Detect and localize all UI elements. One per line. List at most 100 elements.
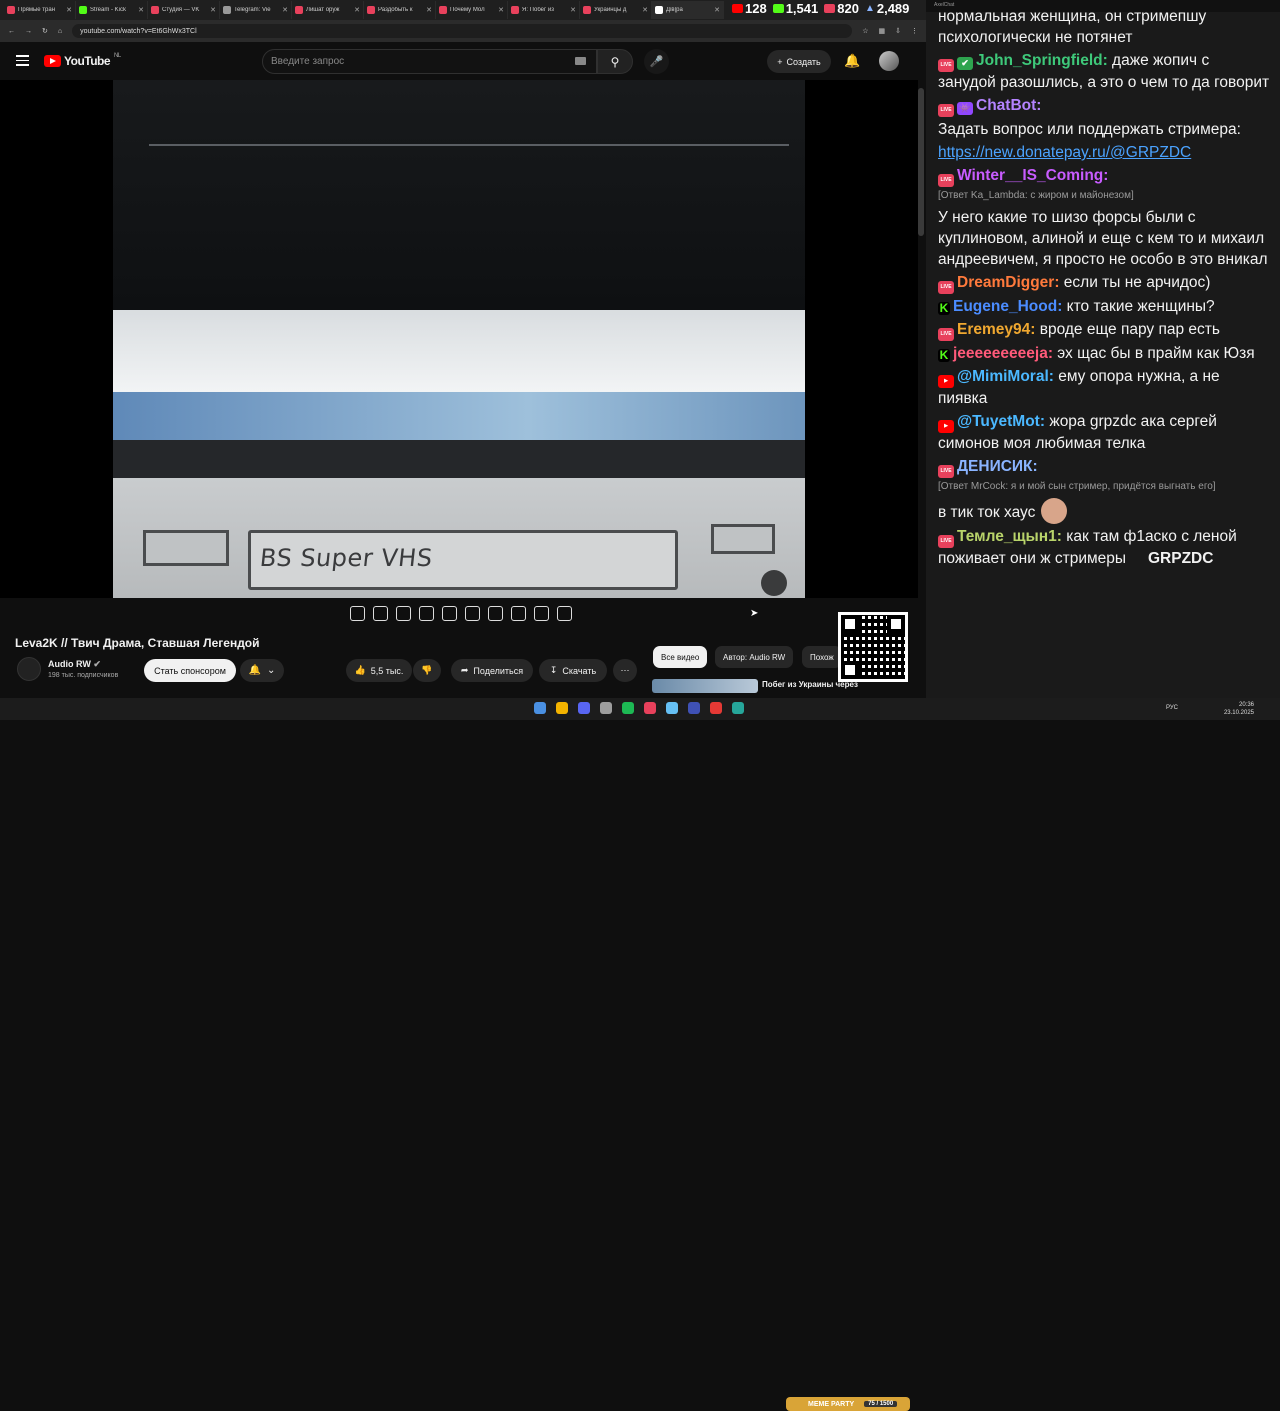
share-button[interactable]: ➦ Поделиться [451, 659, 533, 682]
channel-avatar[interactable] [17, 657, 41, 681]
steam-icon[interactable] [666, 702, 678, 714]
screenshot-icon[interactable] [534, 606, 549, 621]
clapper-icon[interactable] [419, 606, 434, 621]
browser-tab[interactable]: Telegram: Vie ✕ [220, 1, 292, 19]
discord-icon[interactable] [578, 702, 590, 714]
chat-message: LIVE ✔ John_Springfield: даже жопич с зану… [938, 50, 1270, 93]
browser-tab[interactable]: Я: Побег из ✕ [508, 1, 580, 19]
qr-code [838, 612, 908, 682]
channel-name[interactable]: Audio RW ✔ [48, 659, 101, 670]
notifications-icon[interactable]: 🔔 [844, 53, 860, 69]
language-indicator[interactable]: РУС [1166, 705, 1178, 711]
browser-tab[interactable]: Лишат оруж ✕ [292, 1, 364, 19]
opera-icon[interactable] [644, 702, 656, 714]
chip-similar[interactable]: Похож [802, 646, 842, 668]
tab-favicon-icon [295, 6, 303, 14]
browser-tab[interactable]: Прямые тран ✕ [4, 1, 76, 19]
chat-message: [Ответ Ka_Lambda: с жиром и майонезом] [938, 189, 1270, 203]
recommended-thumbnail[interactable] [652, 679, 758, 693]
settings-icon[interactable] [557, 606, 572, 621]
search-button[interactable]: ⚲ [597, 49, 633, 74]
donate-link[interactable]: https://new.donatepay.ru/@GRPZDC [938, 144, 1191, 161]
browser-tab[interactable]: Раздобыть к ✕ [364, 1, 436, 19]
youtube-header: YouTube NL Введите запрос ⚲ 🎤 + Создать 🔔 [0, 42, 926, 80]
files-icon[interactable] [732, 702, 744, 714]
speed-icon[interactable] [488, 606, 503, 621]
chat-nickname: @MimiMoral: [957, 368, 1054, 385]
chat-message: У него какие то шизо форсы были с куплин… [938, 207, 1270, 270]
picture-in-picture-icon[interactable] [442, 606, 457, 621]
chat-text: GRPZDC [1148, 550, 1214, 567]
thumbs-up-icon: 👍 [354, 665, 366, 675]
forward-icon[interactable]: → [25, 28, 32, 35]
download-icon[interactable]: ⇩ [895, 27, 901, 35]
url-field[interactable]: youtube.com/watch?v=Et6GhWx3TCl [72, 24, 853, 38]
app-icon[interactable] [600, 702, 612, 714]
obs-icon[interactable] [710, 702, 722, 714]
more-actions-button[interactable]: ⋯ [613, 659, 637, 682]
subscription-bell-button[interactable]: 🔔 ⌄ [240, 659, 284, 682]
close-tab-icon[interactable]: ✕ [354, 6, 360, 14]
youtube-logo[interactable]: YouTube NL [44, 53, 121, 68]
browser-tab[interactable]: Почему Мол ✕ [436, 1, 508, 19]
voice-search-button[interactable]: 🎤 [644, 49, 669, 74]
sponsor-button[interactable]: Стать спонсором [144, 659, 236, 682]
media-icon[interactable] [688, 702, 700, 714]
close-tab-icon[interactable]: ✕ [66, 6, 72, 14]
tab-favicon-icon [439, 6, 447, 14]
scrollbar[interactable] [918, 88, 924, 236]
address-bar: ← → ↻ ⌂ youtube.com/watch?v=Et6GhWx3TCl … [0, 20, 926, 42]
close-tab-icon[interactable]: ✕ [714, 6, 720, 14]
avatar[interactable] [879, 51, 899, 71]
chat-text: У него какие то шизо форсы были с куплин… [938, 209, 1268, 268]
back-icon[interactable]: ← [8, 28, 15, 35]
theater-icon[interactable] [465, 606, 480, 621]
recommended-title[interactable]: Побег из Украины через [762, 680, 858, 689]
subtitles-icon[interactable] [396, 606, 411, 621]
add-icon[interactable] [511, 606, 526, 621]
microphone-icon: 🎤 [649, 56, 664, 68]
clock[interactable]: 20:36 23.10.2025 [1224, 701, 1254, 717]
close-tab-icon[interactable]: ✕ [210, 6, 216, 14]
tab-favicon-icon [79, 6, 87, 14]
bookmark-icon[interactable]: ☆ [862, 27, 868, 35]
close-tab-icon[interactable]: ✕ [642, 6, 648, 14]
download-button[interactable]: ↧ Скачать [539, 659, 607, 682]
browser-tab[interactable]: Stream - Kick ✕ [76, 1, 148, 19]
close-tab-icon[interactable]: ✕ [498, 6, 504, 14]
tab-label: Telegram: Vie [234, 7, 271, 13]
video-player[interactable]: BS Super VHS [0, 80, 918, 598]
broadcast-icon[interactable] [373, 606, 388, 621]
start-icon[interactable] [534, 702, 546, 714]
chrome-icon[interactable] [556, 702, 568, 714]
chip-all-videos[interactable]: Все видео [653, 646, 708, 668]
browser-tab[interactable]: Дів|ра ✕ [652, 1, 724, 19]
keyboard-icon[interactable] [575, 57, 586, 65]
browser-tab[interactable]: Студия — VK ✕ [148, 1, 220, 19]
chat-message: LIVE ДЕНИСИК: [938, 456, 1270, 478]
chip-author[interactable]: Автор: Audio RW [715, 646, 794, 668]
chat-message: LIVE Winter__IS_Coming: [938, 165, 1270, 187]
video-frame [113, 80, 805, 598]
browser-menu-icon[interactable]: ⋮ [911, 27, 918, 35]
close-tab-icon[interactable]: ✕ [570, 6, 576, 14]
create-button[interactable]: + Создать [767, 50, 831, 73]
spotify-icon[interactable] [622, 702, 634, 714]
search-input[interactable]: Введите запрос [262, 49, 597, 74]
meme-party-widget: MEME PARTY 75 / 1500 [786, 1397, 910, 1411]
home-icon[interactable]: ⌂ [58, 28, 62, 35]
like-button[interactable]: 👍 5,5 тыс. [346, 659, 412, 682]
hamburger-menu-icon[interactable] [16, 55, 29, 69]
dislike-button[interactable]: 👎 [413, 659, 441, 682]
close-tab-icon[interactable]: ✕ [426, 6, 432, 14]
reload-icon[interactable]: ↻ [42, 27, 48, 35]
chat-message: LIVE Eremey94: вроде еще пару пар есть [938, 319, 1270, 341]
chat-text: эх щас бы в прайм как Юзя [1052, 345, 1255, 362]
loop-icon[interactable] [350, 606, 365, 621]
live-badge-icon: LIVE [938, 328, 954, 341]
close-tab-icon[interactable]: ✕ [282, 6, 288, 14]
browser-tab[interactable]: Украинцы д ✕ [580, 1, 652, 19]
extensions-icon[interactable]: ▦ [879, 27, 886, 35]
person-icon: ▲ [864, 2, 875, 14]
close-tab-icon[interactable]: ✕ [138, 6, 144, 14]
